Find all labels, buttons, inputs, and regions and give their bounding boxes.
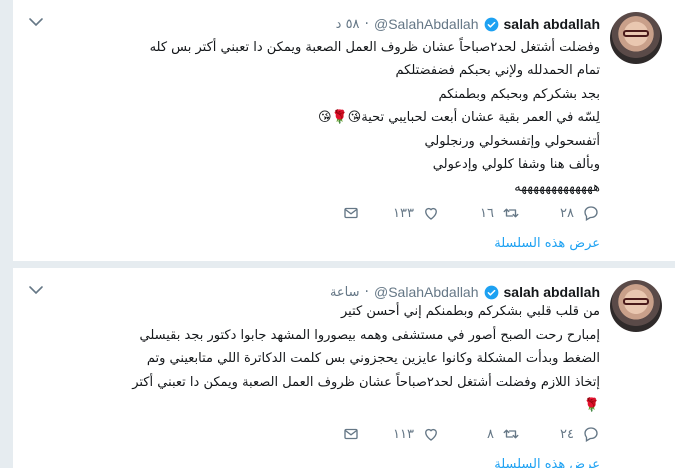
like-count: ١٣٣ [393,205,414,221]
username[interactable]: @SalahAbdallah [374,284,479,300]
avatar[interactable] [610,12,662,64]
tweet-text-line: إتخاذ اللازم وفضلت أشتغل لحد٢صباحاً عشان… [132,374,600,390]
tweet-text-line: لِسّه في العمر بقية عشان أبعت لحبايبي تح… [317,110,600,126]
tweet-text-line: الضغط وبدأت المشكلة وكانوا عايزين يحجزون… [146,351,600,366]
heart-icon [425,207,437,220]
direct-message-button[interactable] [280,425,360,443]
retweet-count: ٨ [487,426,494,442]
reply-count: ٢٨ [560,205,574,221]
reply-icon [584,206,598,221]
retweet-button[interactable]: ١٦ [440,204,520,222]
chevron-down-icon[interactable] [27,14,45,28]
show-thread-link[interactable]: عرض هذه السلسلة [494,236,600,251]
timestamp[interactable]: ٥٨ د [336,17,360,32]
reply-count: ٢٤ [560,426,574,442]
tweet-text-line: إمبارح رحت الصبح أصور في مستشفى وهمه بيص… [139,327,600,343]
chevron-down-icon[interactable] [27,282,45,296]
retweet-count: ١٦ [480,205,494,221]
separator-dot: · [364,16,369,32]
retweet-button[interactable]: ٨ [440,425,520,443]
fullname[interactable]: salah abdallah [504,16,600,32]
tweet-text-line: هههههههههههههه [514,180,600,196]
verified-badge-icon [484,17,499,32]
reply-button[interactable]: ٢٤ [520,425,600,443]
tweet-actions: ٢٨ ١٦ ١٣٣ [280,203,600,223]
tweet-text-line: بجد بشكركم وبحبكم وبطمنكم [438,86,600,102]
like-button[interactable]: ١١٣ [360,425,440,443]
heart-icon [425,428,437,441]
show-thread-link[interactable]: عرض هذه السلسلة [494,457,600,468]
timestamp[interactable]: ساعة [330,285,360,300]
tweet-text-line: أتفسحولي وإتفسخولي ورنجلولي [424,133,600,149]
tweet[interactable]: salah abdallah @SalahAbdallah · ٥٨ د وفض… [13,0,675,262]
reply-icon [584,427,598,442]
tweet-text-line: من قلب قلبي بشكركم وبطمنكم إني أحسن كتير [341,304,600,319]
tweet-actions: ٢٤ ٨ ١١٣ [280,424,600,444]
tweet-header: salah abdallah @SalahAbdallah · ساعة [330,282,600,302]
timeline-stream: salah abdallah @SalahAbdallah · ٥٨ د وفض… [12,0,675,468]
direct-message-button[interactable] [280,204,360,222]
tweet-text: من قلب قلبي بشكركم وبطمنكم إني أحسن كتير… [40,300,600,418]
tweet-text: وفضلت أشتغل لحد٢صباحاً عشان ظروف العمل ا… [40,36,600,200]
retweet-icon [503,208,519,218]
envelope-icon [344,207,358,219]
tweet-header: salah abdallah @SalahAbdallah · ٥٨ د [336,14,600,34]
tweet-text-line: تمام الحمدلله ولإني بحبكم فضفضتلكم [395,63,600,79]
reply-button[interactable]: ٢٨ [520,204,600,222]
retweet-icon [503,429,519,439]
verified-badge-icon [484,285,499,300]
tweet-text-line: وفضلت أشتغل لحد٢صباحاً عشان ظروف العمل ا… [149,40,600,55]
tweet[interactable]: salah abdallah @SalahAbdallah · ساعة من … [13,267,675,468]
tweet-text-line: 🌹 [583,398,600,413]
avatar[interactable] [610,280,662,332]
tweet-text-line: وبألف هنا وشفا كلولي وإدعولي [432,157,600,173]
envelope-icon [344,428,358,440]
like-button[interactable]: ١٣٣ [360,204,440,222]
separator-dot: · [364,284,369,300]
fullname[interactable]: salah abdallah [504,284,600,300]
username[interactable]: @SalahAbdallah [374,16,479,32]
like-count: ١١٣ [393,426,414,442]
